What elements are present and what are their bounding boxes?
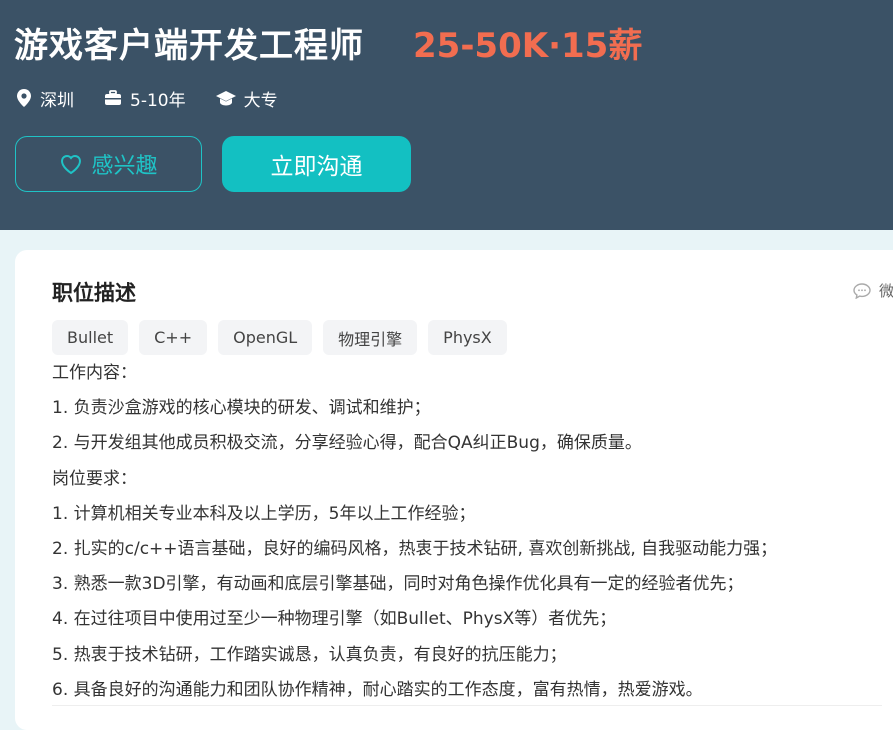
graduation-cap-icon <box>215 91 236 106</box>
meta-location: 深圳 <box>16 86 74 111</box>
job-description-text: 工作内容： 1. 负责沙盒游戏的核心模块的研发、调试和维护； 2. 与开发组其他… <box>52 356 882 708</box>
job-title: 游戏客户端开发工程师 <box>14 26 364 66</box>
interest-label: 感兴趣 <box>91 154 158 179</box>
description-line: 工作内容： <box>52 363 137 383</box>
job-header: 游戏客户端开发工程师 25-50K·15薪 深圳 5-10年 大专 感兴趣 立即… <box>0 0 893 230</box>
location-pin-icon <box>17 89 31 107</box>
description-line: 6. 具备良好的沟通能力和团队协作精神，耐心踏实的工作态度，富有热情，热爱游戏。 <box>52 679 703 700</box>
interest-button[interactable]: 感兴趣 <box>15 136 202 192</box>
section-title: 职位描述 <box>52 281 136 305</box>
wechat-label: 微 <box>879 282 893 300</box>
description-line: 2. 扎实的c/c++语言基础，良好的编码风格，热衷于技术钻研, 喜欢创新挑战,… <box>52 538 778 559</box>
description-line: 1. 计算机相关专业本科及以上学历，5年以上工作经验； <box>52 503 476 524</box>
job-description-card: 职位描述 微 Bullet C++ OpenGL 物理引擎 PhysX 工作内容… <box>15 250 893 730</box>
description-line: 4. 在过往项目中使用过至少一种物理引擎（如Bullet、PhysX等）者优先； <box>52 609 617 630</box>
chat-now-button[interactable]: 立即沟通 <box>222 136 411 192</box>
meta-experience: 5-10年 <box>104 86 186 111</box>
meta-education: 大专 <box>215 86 278 111</box>
description-line: 1. 负责沙盒游戏的核心模块的研发、调试和维护； <box>52 398 431 419</box>
education-text: 大专 <box>243 90 278 111</box>
chat-now-label: 立即沟通 <box>270 154 363 180</box>
skill-tag[interactable]: 物理引擎 <box>323 320 418 355</box>
wechat-share[interactable]: 微 <box>853 280 893 301</box>
skill-tag[interactable]: PhysX <box>428 320 507 355</box>
description-line: 岗位要求： <box>52 468 137 489</box>
description-line: 3. 熟悉一款3D引擎，有动画和底层引擎基础，同时对角色操作优化具有一定的经验者… <box>52 574 744 595</box>
briefcase-icon <box>105 90 121 105</box>
description-line: 5. 热衷于技术钻研，工作踏实诚恳，认真负责，有良好的抗压能力； <box>52 644 567 665</box>
description-line: 2. 与开发组其他成员积极交流，分享经验心得，配合QA纠正Bug，确保质量。 <box>52 433 642 454</box>
location-text: 深圳 <box>40 90 74 111</box>
chat-bubble-icon <box>853 282 871 299</box>
salary: 25-50K·15薪 <box>413 26 643 66</box>
job-meta: 深圳 5-10年 大专 <box>16 86 308 111</box>
heart-icon <box>61 155 82 175</box>
skill-tag[interactable]: Bullet <box>52 320 129 355</box>
skill-tag[interactable]: C++ <box>139 320 208 355</box>
divider <box>52 705 882 706</box>
skill-tag[interactable]: OpenGL <box>218 320 313 355</box>
experience-text: 5-10年 <box>130 90 186 111</box>
skill-tags: Bullet C++ OpenGL 物理引擎 PhysX <box>52 320 518 355</box>
